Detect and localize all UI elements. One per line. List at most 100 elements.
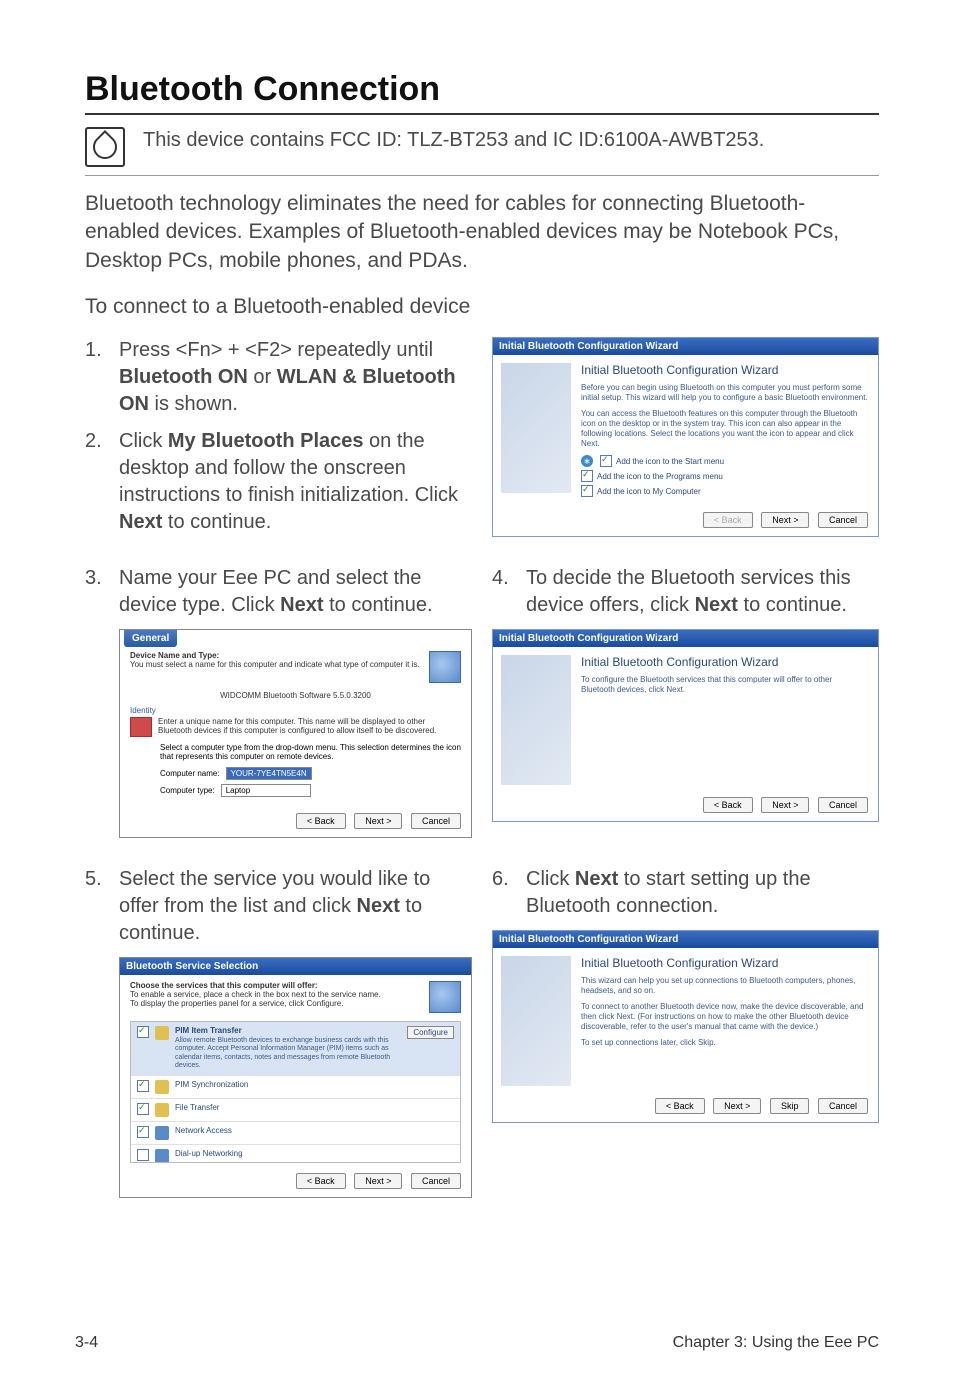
- cancel-button[interactable]: Cancel: [818, 512, 868, 528]
- procedure-heading: To connect to a Bluetooth-enabled device: [85, 295, 879, 319]
- wizard-configure-services: Initial Bluetooth Configuration Wizard I…: [492, 629, 879, 822]
- service-dial-up[interactable]: Dial-up Networking: [131, 1145, 460, 1163]
- dialog-title: Initial Bluetooth Configuration Wizard: [493, 338, 878, 355]
- wizard-sidebar-image: [501, 956, 571, 1086]
- bluetooth-globe-icon: [429, 651, 461, 683]
- section-title: Device Name and Type:: [130, 651, 421, 660]
- checkbox-programs-menu[interactable]: Add the icon to the Programs menu: [581, 470, 868, 482]
- section-description: You must select a name for this computer…: [130, 660, 421, 669]
- wizard-sidebar-image: [501, 655, 571, 785]
- step-number: 1.: [85, 337, 119, 418]
- cancel-button[interactable]: Cancel: [818, 797, 868, 813]
- wizard-paragraph: To set up connections later, click Skip.: [581, 1038, 868, 1048]
- cancel-button[interactable]: Cancel: [411, 1173, 461, 1189]
- checkbox-icon: [137, 1126, 149, 1138]
- folder-icon: [155, 1103, 169, 1117]
- dialup-icon: [155, 1149, 169, 1163]
- step-bold: Next: [695, 594, 738, 616]
- wizard-heading: Initial Bluetooth Configuration Wizard: [581, 655, 868, 669]
- service-network-access[interactable]: Network Access: [131, 1122, 460, 1145]
- step-text: Click: [526, 868, 575, 890]
- step-text: to continue.: [162, 511, 271, 533]
- checkbox-my-computer[interactable]: Add the icon to My Computer: [581, 485, 868, 497]
- wizard-heading: Initial Bluetooth Configuration Wizard: [581, 956, 868, 970]
- back-button[interactable]: < Back: [703, 797, 753, 813]
- computer-name-label: Computer name:: [160, 769, 220, 778]
- step-4: 4. To decide the Bluetooth services this…: [492, 565, 879, 619]
- step-number: 2.: [85, 428, 119, 536]
- cancel-button[interactable]: Cancel: [411, 813, 461, 829]
- next-button[interactable]: Next >: [761, 512, 809, 528]
- general-properties-dialog: General Device Name and Type: You must s…: [119, 629, 472, 838]
- next-button[interactable]: Next >: [354, 813, 402, 829]
- step-bold: My Bluetooth Places: [168, 430, 364, 452]
- step-number: 5.: [85, 866, 119, 947]
- next-button[interactable]: Next >: [713, 1098, 761, 1114]
- section-title: Choose the services that this computer w…: [130, 981, 421, 990]
- fcc-notice: This device contains FCC ID: TLZ-BT253 a…: [85, 121, 879, 176]
- dialog-title: Bluetooth Service Selection: [120, 958, 471, 975]
- service-file-transfer[interactable]: File Transfer: [131, 1099, 460, 1122]
- computer-name-input[interactable]: YOUR-7YE4TN5E4N: [226, 767, 312, 780]
- step-5: 5. Select the service you would like to …: [85, 866, 472, 947]
- wizard-sidebar-image: [501, 363, 571, 493]
- general-tab[interactable]: General: [124, 630, 177, 647]
- wizard-paragraph: Before you can begin using Bluetooth on …: [581, 383, 868, 403]
- step-text: or: [248, 366, 277, 388]
- service-selection-dialog: Bluetooth Service Selection Choose the s…: [119, 957, 472, 1198]
- wizard-connect-device: Initial Bluetooth Configuration Wizard I…: [492, 930, 879, 1123]
- step-3: 3. Name your Eee PC and select the devic…: [85, 565, 472, 619]
- checkbox-icon: [581, 470, 593, 482]
- step-bold: Next: [280, 594, 323, 616]
- wizard-paragraph: To configure the Bluetooth services that…: [581, 675, 868, 695]
- fcc-text: This device contains FCC ID: TLZ-BT253 a…: [143, 127, 764, 154]
- cancel-button[interactable]: Cancel: [818, 1098, 868, 1114]
- skip-button[interactable]: Skip: [770, 1098, 810, 1114]
- type-description: Select a computer type from the drop-dow…: [160, 743, 461, 761]
- identity-label: Identity: [130, 706, 461, 715]
- next-button[interactable]: Next >: [761, 797, 809, 813]
- bluetooth-icon: ∗: [581, 455, 593, 467]
- step-bold: Next: [357, 895, 400, 917]
- wizard-initial-setup: Initial Bluetooth Configuration Wizard I…: [492, 337, 879, 537]
- checkbox-icon: [600, 455, 612, 467]
- step-2: 2. Click My Bluetooth Places on the desk…: [85, 428, 472, 536]
- checkbox-start-menu[interactable]: ∗Add the icon to the Start menu: [581, 455, 868, 467]
- checkbox-icon: [137, 1103, 149, 1115]
- back-button: < Back: [703, 512, 753, 528]
- checkbox-icon: [581, 485, 593, 497]
- computer-type-select[interactable]: Laptop: [221, 784, 311, 797]
- sync-icon: [155, 1080, 169, 1094]
- back-button[interactable]: < Back: [296, 1173, 346, 1189]
- step-number: 4.: [492, 565, 526, 619]
- step-number: 3.: [85, 565, 119, 619]
- configure-button[interactable]: Configure: [407, 1026, 454, 1039]
- computer-type-label: Computer type:: [160, 786, 215, 795]
- service-list[interactable]: PIM Item Transfer Allow remote Bluetooth…: [130, 1021, 461, 1163]
- next-button[interactable]: Next >: [354, 1173, 402, 1189]
- step-text: to continue.: [324, 594, 433, 616]
- service-pim-item-transfer[interactable]: PIM Item Transfer Allow remote Bluetooth…: [131, 1022, 460, 1076]
- step-text: is shown.: [149, 393, 238, 415]
- back-button[interactable]: < Back: [296, 813, 346, 829]
- step-bold: Next: [119, 511, 162, 533]
- pim-icon: [155, 1026, 169, 1040]
- step-text: Press <Fn> + <F2> repeatedly until: [119, 339, 433, 361]
- wizard-heading: Initial Bluetooth Configuration Wizard: [581, 363, 868, 377]
- service-pim-sync[interactable]: PIM Synchronization: [131, 1076, 460, 1099]
- checkbox-icon: [137, 1080, 149, 1092]
- step-text: to continue.: [738, 594, 847, 616]
- wizard-paragraph: You can access the Bluetooth features on…: [581, 409, 868, 449]
- page-title: Bluetooth Connection: [85, 70, 879, 115]
- step-6: 6. Click Next to start setting up the Bl…: [492, 866, 879, 920]
- dialog-title: Initial Bluetooth Configuration Wizard: [493, 931, 878, 948]
- checkbox-icon: [137, 1149, 149, 1161]
- section-description: To enable a service, place a check in th…: [130, 990, 421, 1008]
- back-button[interactable]: < Back: [655, 1098, 705, 1114]
- step-bold: Next: [575, 868, 618, 890]
- wizard-paragraph: This wizard can help you set up connecti…: [581, 976, 868, 996]
- software-version: WIDCOMM Bluetooth Software 5.5.0.3200: [130, 691, 461, 700]
- page-number: 3-4: [75, 1334, 98, 1352]
- step-bold: Bluetooth ON: [119, 366, 248, 388]
- network-icon: [155, 1126, 169, 1140]
